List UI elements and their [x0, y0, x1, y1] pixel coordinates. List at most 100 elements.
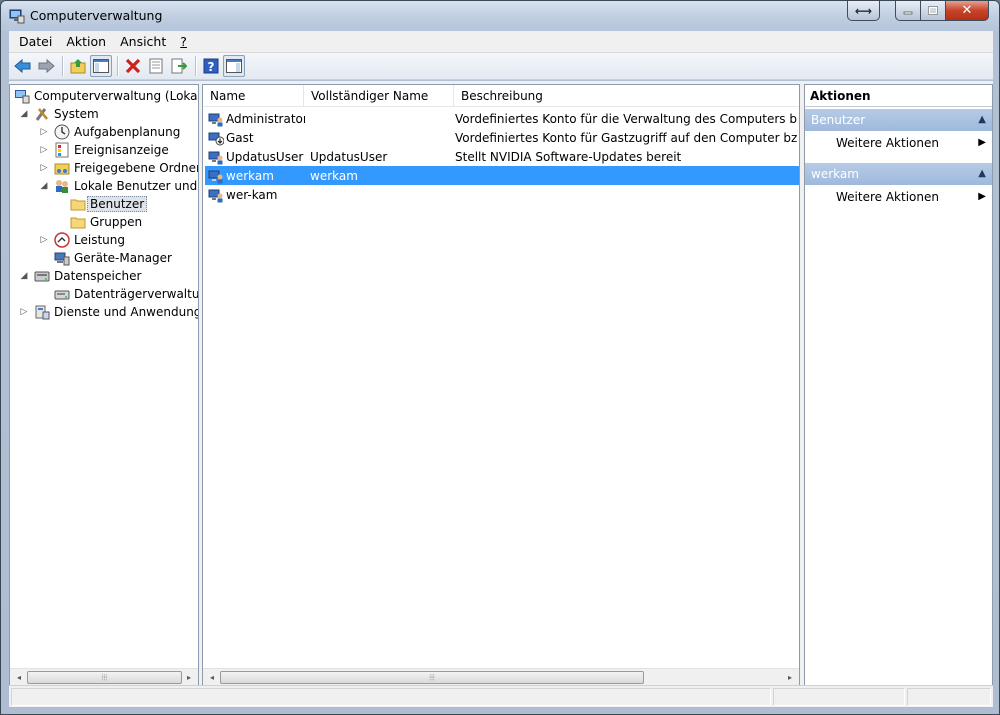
- tree-item-label: Gruppen: [90, 215, 143, 229]
- menu-datei[interactable]: Datei: [12, 34, 59, 49]
- tree-item-label: Dienste und Anwendungen: [54, 305, 198, 319]
- collapse-arrow-icon[interactable]: ◢: [38, 180, 50, 192]
- action-weitere-aktionen-werkam[interactable]: Weitere Aktionen ▶: [805, 187, 992, 207]
- maximize-icon: [928, 5, 938, 15]
- minimize-icon: [903, 11, 913, 14]
- tree-item-datentraegerverwaltung[interactable]: Datenträgerverwaltung: [54, 285, 198, 303]
- collapse-arrow-icon[interactable]: ◢: [18, 270, 30, 282]
- forward-button[interactable]: [35, 55, 57, 77]
- storage-icon: [34, 271, 50, 282]
- tree-item-system[interactable]: ◢ System: [18, 105, 99, 123]
- actions-section-werkam[interactable]: werkam ▲: [805, 163, 992, 185]
- cell-description: Vordefiniertes Konto für Gastzugriff auf…: [455, 130, 797, 145]
- show-hide-action-pane-button[interactable]: [223, 55, 245, 77]
- collapse-triangle-icon[interactable]: ▲: [978, 109, 986, 131]
- menu-aktion[interactable]: Aktion: [59, 34, 113, 49]
- properties-button[interactable]: [145, 55, 167, 77]
- show-hide-action-pane-icon: [226, 59, 242, 73]
- user-icon: [208, 151, 223, 164]
- cell-fullname: UpdatusUser: [310, 149, 388, 164]
- tree-item-datenspeicher[interactable]: ◢ Datenspeicher: [18, 267, 142, 285]
- scroll-right-arrow-icon[interactable]: ▸: [182, 671, 196, 684]
- expand-arrow-icon[interactable]: ▷: [38, 144, 50, 156]
- list-horizontal-scrollbar[interactable]: ◂ ⦙⦙⦙ ▸: [203, 668, 799, 685]
- list-row-werkam[interactable]: werkam werkam: [205, 166, 799, 185]
- action-weitere-aktionen-benutzer[interactable]: Weitere Aktionen ▶: [805, 133, 992, 153]
- tree-item-label: Benutzer: [87, 196, 148, 212]
- folder-icon: [70, 199, 86, 211]
- list-row-administrator[interactable]: Administrator Vordefiniertes Konto für d…: [205, 109, 797, 128]
- tree-item-dienste-anwendungen[interactable]: ▷ Dienste und Anwendungen: [18, 303, 198, 321]
- column-header-name[interactable]: Name: [203, 85, 304, 107]
- help-button[interactable]: ?: [200, 55, 222, 77]
- tree-item-gruppen[interactable]: Gruppen: [70, 213, 142, 231]
- toolbar-separator: [195, 56, 196, 76]
- menu-ansicht[interactable]: Ansicht: [113, 34, 173, 49]
- user-list-view[interactable]: Name Vollständiger Name Beschreibung Adm…: [202, 84, 800, 686]
- cell-name: Gast: [226, 130, 254, 145]
- section-header-label: werkam: [811, 167, 859, 181]
- user-icon: [208, 170, 223, 183]
- close-button[interactable]: ✕: [945, 1, 989, 21]
- expand-arrow-icon[interactable]: ▷: [38, 234, 50, 246]
- window-title: Computerverwaltung: [30, 8, 163, 23]
- console-tree[interactable]: Computerverwaltung (Lokal) ◢ System ▷ Au…: [9, 84, 199, 686]
- back-button[interactable]: [12, 55, 34, 77]
- maximize-button[interactable]: [920, 1, 946, 21]
- up-button[interactable]: [67, 55, 89, 77]
- tree-item-lokale-benutzer[interactable]: ◢ Lokale Benutzer und Gruppen: [38, 177, 198, 195]
- task-scheduler-icon: [54, 124, 70, 140]
- list-row-wer-kam[interactable]: wer-kam: [205, 185, 797, 204]
- tree-item-ereignisanzeige[interactable]: ▷ Ereignisanzeige: [38, 141, 169, 159]
- tree-item-freigegebene-ordner[interactable]: ▷ Freigegebene Ordner: [38, 159, 198, 177]
- actions-pane: Aktionen Benutzer ▲ Weitere Aktionen ▶ w…: [804, 84, 993, 686]
- tree-item-geraete-manager[interactable]: Geräte-Manager: [54, 249, 172, 267]
- minimize-button[interactable]: [895, 1, 921, 21]
- tree-item-computerverwaltung[interactable]: Computerverwaltung (Lokal): [14, 87, 198, 105]
- scroll-left-arrow-icon[interactable]: ◂: [205, 671, 219, 684]
- export-list-button[interactable]: [168, 55, 190, 77]
- delete-button[interactable]: [122, 55, 144, 77]
- expand-arrow-icon[interactable]: ▷: [38, 162, 50, 174]
- list-row-gast[interactable]: Gast Vordefiniertes Konto für Gastzugrif…: [205, 128, 797, 147]
- show-hide-tree-icon: [93, 59, 109, 73]
- expand-arrow-icon[interactable]: ▷: [18, 306, 30, 318]
- toolbar: ?: [9, 53, 993, 80]
- menu-bar: Datei Aktion Ansicht ?: [9, 31, 993, 53]
- users-groups-icon: [56, 180, 68, 193]
- collapse-arrow-icon[interactable]: ◢: [18, 108, 30, 120]
- submenu-arrow-icon: ▶: [978, 137, 986, 148]
- show-hide-tree-button[interactable]: [90, 55, 112, 77]
- title-bar[interactable]: Computerverwaltung ⟷ ✕: [1, 1, 999, 31]
- computer-management-icon: [15, 90, 30, 104]
- collapse-triangle-icon[interactable]: ▲: [978, 163, 986, 185]
- status-bar: [9, 685, 993, 707]
- computer-management-icon: [9, 9, 25, 24]
- tree-horizontal-scrollbar[interactable]: ◂ ⦙⦙⦙ ▸: [10, 668, 198, 685]
- resize-button[interactable]: ⟷: [847, 1, 880, 21]
- status-segment: [907, 688, 991, 706]
- shared-folder-icon: [54, 163, 70, 175]
- tree-item-leistung[interactable]: ▷ Leistung: [38, 231, 125, 249]
- actions-section-benutzer[interactable]: Benutzer ▲: [805, 109, 992, 131]
- tree-item-benutzer[interactable]: Benutzer: [70, 195, 148, 213]
- action-label: Weitere Aktionen: [836, 136, 939, 150]
- menu-help[interactable]: ?: [173, 34, 194, 49]
- column-header-description[interactable]: Beschreibung: [454, 85, 799, 107]
- user-icon: [208, 189, 223, 202]
- tree-item-aufgabenplanung[interactable]: ▷ Aufgabenplanung: [38, 123, 180, 141]
- tree-item-label: Lokale Benutzer und Gruppen: [74, 179, 198, 193]
- list-header: Name Vollständiger Name Beschreibung: [203, 85, 799, 107]
- scrollbar-thumb[interactable]: ⦙⦙⦙: [27, 671, 182, 684]
- scrollbar-thumb[interactable]: ⦙⦙⦙: [220, 671, 644, 684]
- forward-icon: [38, 58, 55, 74]
- scroll-left-arrow-icon[interactable]: ◂: [12, 671, 26, 684]
- expand-arrow-icon[interactable]: ▷: [38, 126, 50, 138]
- cell-name: Administrator: [226, 111, 305, 126]
- computer-management-window: Computerverwaltung ⟷ ✕ Datei Aktion Ansi…: [0, 0, 1000, 715]
- list-row-updatususer[interactable]: UpdatusUser UpdatusUser Stellt NVIDIA So…: [205, 147, 797, 166]
- column-header-fullname[interactable]: Vollständiger Name: [304, 85, 454, 107]
- toolbar-separator: [117, 56, 118, 76]
- action-label: Weitere Aktionen: [836, 190, 939, 204]
- scroll-right-arrow-icon[interactable]: ▸: [783, 671, 797, 684]
